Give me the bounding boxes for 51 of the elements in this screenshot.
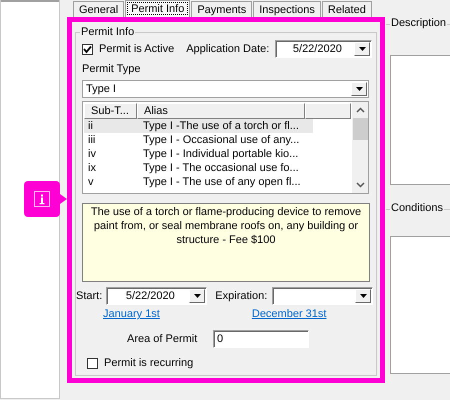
list-cell[interactable]: Type I - Occasional use of any... <box>137 133 313 147</box>
area-field[interactable]: 0 <box>213 330 309 348</box>
list-cell[interactable]: ii <box>84 119 137 133</box>
text-area[interactable] <box>390 55 450 185</box>
permit-type-dropdown[interactable]: Type I <box>82 80 369 98</box>
tab[interactable]: Payments <box>191 1 252 17</box>
tab[interactable]: Inspections <box>253 1 321 17</box>
scroll-up-icon[interactable] <box>356 107 364 113</box>
description-box: The use of a torch or flame-producing device to remove paint from, or seal membrane roofs on, any building or structure - Fee $100 <box>82 203 370 282</box>
date-link[interactable]: December 31st <box>252 308 326 320</box>
field-label: Start: <box>76 290 102 302</box>
list-cell[interactable]: Type I -The use of a torch or fl... <box>137 119 313 133</box>
date-field[interactable]: 5/22/2020 <box>275 40 372 58</box>
checkbox-label: Permit is recurring <box>104 357 194 369</box>
caret-icon <box>194 294 201 298</box>
checkbox[interactable] <box>82 44 93 54</box>
dropdown-button[interactable] <box>189 289 206 303</box>
date-field[interactable]: 5/22/2020 <box>106 287 208 305</box>
field-label: Application Date: <box>186 43 270 55</box>
dropdown-button[interactable] <box>355 289 372 303</box>
list-cell[interactable]: ix <box>84 161 137 175</box>
list-cell[interactable]: v <box>84 175 137 189</box>
info-icon <box>34 191 50 207</box>
caret-icon <box>356 87 362 91</box>
list-cell[interactable]: Type I - The occasional use fo... <box>137 161 313 175</box>
tab[interactable]: Related <box>322 1 372 17</box>
list-cell[interactable]: Type I - Individual portable kio... <box>137 147 313 161</box>
field-label: Area of Permit <box>127 333 198 345</box>
tab[interactable]: General <box>73 1 124 17</box>
column-header[interactable]: Alias <box>137 103 305 119</box>
dropdown-button[interactable] <box>354 42 370 56</box>
field-label: Permit Type <box>82 63 142 77</box>
tab[interactable]: Permit Info <box>125 0 190 17</box>
checkbox-label: Permit is Active <box>99 43 174 55</box>
date-link[interactable]: January 1st <box>103 308 160 320</box>
list-cell[interactable]: iii <box>84 133 137 147</box>
group-title: Description <box>390 17 448 31</box>
text-area[interactable] <box>390 236 450 374</box>
field-label: Expiration: <box>215 290 268 302</box>
list-cell[interactable]: Type I - The use of any open fl... <box>137 175 313 189</box>
dropdown-button[interactable] <box>351 82 367 96</box>
checkbox[interactable] <box>87 358 98 368</box>
caret-icon <box>358 47 366 51</box>
group-title: Permit Info <box>81 26 134 38</box>
scroll-down-icon[interactable] <box>356 182 364 188</box>
date-field[interactable] <box>272 287 374 305</box>
scrollbar[interactable] <box>352 102 368 193</box>
caret-icon <box>360 294 367 298</box>
column-header[interactable]: Sub-T... <box>84 103 137 119</box>
list-cell[interactable]: iv <box>84 147 137 161</box>
scroll-thumb[interactable] <box>352 118 368 140</box>
